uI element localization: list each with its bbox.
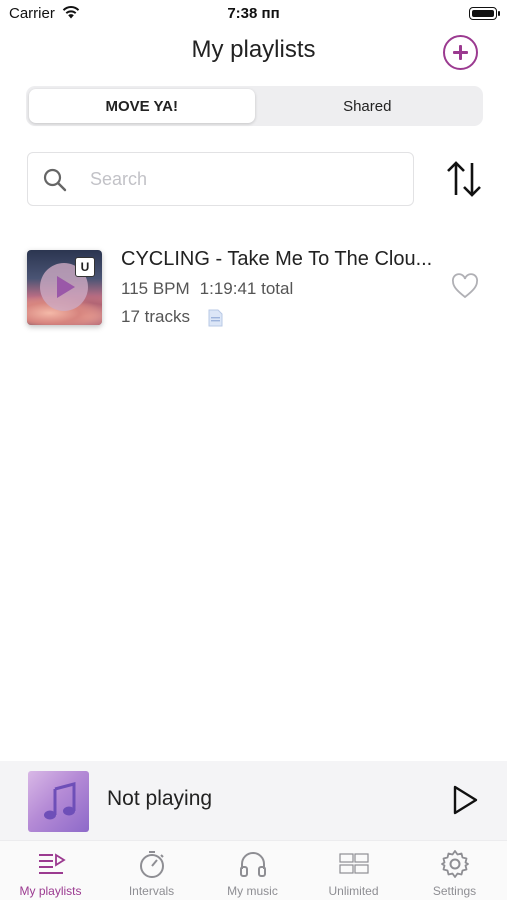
playlist-source-segmented-control: MOVE YA! Shared	[26, 86, 483, 126]
tab-label: My playlists	[19, 884, 82, 898]
tab-intervals[interactable]: Intervals	[101, 841, 202, 900]
tab-label: Settings	[432, 884, 477, 898]
tab-bar: My playlists Intervals My music Unlimite…	[0, 840, 507, 900]
tab-label: Intervals	[128, 884, 175, 898]
status-bar: Carrier 7:38 пп	[0, 0, 507, 30]
unlimited-icon	[339, 853, 369, 874]
music-note-icon	[44, 782, 76, 820]
tab-settings[interactable]: Settings	[404, 841, 505, 900]
play-icon	[57, 276, 75, 298]
play-button-icon[interactable]	[451, 784, 479, 816]
playlist-bpm: 115 BPM	[121, 279, 190, 298]
search-box	[27, 152, 414, 206]
sort-icon[interactable]	[444, 158, 484, 200]
stopwatch-icon	[140, 851, 164, 878]
playlist-icon	[39, 853, 66, 874]
tab-unlimited[interactable]: Unlimited	[303, 841, 404, 900]
playlist-track-count: 17 tracks	[121, 307, 190, 326]
now-playing-artwork	[28, 771, 89, 832]
playlist-duration: 1:19:41 total	[199, 279, 294, 298]
tab-label: My music	[227, 884, 278, 898]
add-playlist-button[interactable]	[443, 35, 478, 70]
unlimited-badge: U	[75, 257, 95, 277]
search-input[interactable]	[90, 153, 390, 205]
clock: 7:38 пп	[227, 5, 280, 22]
playlist-meta: 115 BPM 1:19:41 total	[121, 279, 303, 299]
now-playing-status: Not playing	[107, 787, 213, 810]
battery-icon	[469, 7, 500, 20]
tab-my-music[interactable]: My music	[202, 841, 303, 900]
tab-label: Unlimited	[328, 884, 379, 898]
now-playing-bar[interactable]: Not playing	[0, 761, 507, 840]
headphones-icon	[240, 852, 266, 877]
playlist-title: CYCLING - Take Me To The Clou...	[121, 248, 433, 270]
tab-my-playlists[interactable]: My playlists	[0, 841, 101, 900]
segment-shared[interactable]: Shared	[255, 89, 481, 123]
gear-icon	[441, 850, 469, 878]
favorite-heart-icon[interactable]	[451, 273, 479, 299]
segment-move-ya[interactable]: MOVE YA!	[29, 89, 255, 123]
search-icon	[43, 168, 67, 192]
document-icon	[208, 309, 223, 327]
page-title: My playlists	[191, 36, 316, 63]
